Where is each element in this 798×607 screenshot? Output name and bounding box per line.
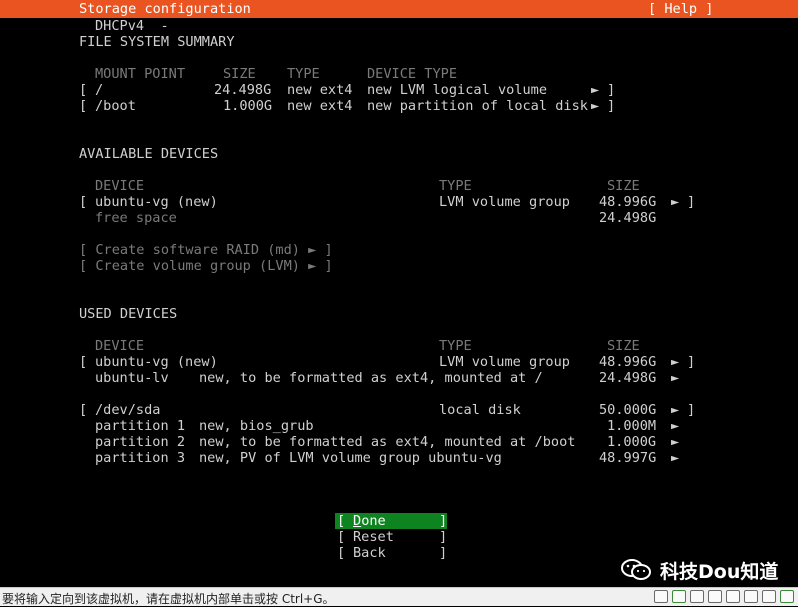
size: 24.498G [599,370,657,386]
device-type: local disk [439,402,521,418]
done-hotkey: D [353,513,362,529]
fs-type: new ext4 [287,98,353,114]
device-tray [654,590,794,603]
printer-icon[interactable] [726,590,740,603]
usb-icon[interactable] [708,590,722,603]
done-label-rest: one [361,513,386,529]
arrow-right-icon: ► [591,82,600,98]
sound-icon[interactable] [744,590,758,603]
size: 1.000M [607,418,657,434]
device-name: free space [95,210,177,226]
col-device-type: DEVICE TYPE [367,66,458,82]
device-name: ubuntu-vg (new) [95,194,218,210]
device-name: partition 2 [95,434,186,450]
back-bracket-close: ] [439,545,448,561]
size: 50.000G [599,402,657,418]
network-status: DHCPv4 - [95,18,169,34]
arrow-right-icon: ► [671,450,680,466]
arrow-right-icon: ► [671,418,680,434]
reset-bracket-open: [ [337,529,354,545]
device-description: new, bios_grub [199,418,314,434]
done-bracket-close: ] [439,513,448,529]
host-status-bar: 要将输入定向到该虚拟机，请在虚拟机内部单击或按 Ctrl+G。 [0,587,798,606]
bracket-close: ] [687,194,696,210]
col-type: TYPE [439,178,472,194]
device-name: ubuntu-lv [95,370,169,386]
bracket-open: [ [79,402,88,418]
fs-summary-heading: FILE SYSTEM SUMMARY [79,34,235,50]
page-title: Storage configuration [79,1,251,17]
device-type: LVM volume group [439,354,570,370]
device-name: ubuntu-vg (new) [95,354,218,370]
size: 48.997G [599,450,657,466]
network-adapter-icon[interactable] [690,590,704,603]
size: 1.000G [223,98,273,114]
size: 48.996G [599,354,657,370]
device-type: new partition of local disk [367,98,588,114]
device-name: partition 3 [95,450,186,466]
bracket-open: [ [79,98,88,114]
size: 24.498G [214,82,272,98]
bracket-open: [ [79,194,88,210]
device-name: partition 1 [95,418,186,434]
status-message: 要将输入定向到该虚拟机，请在虚拟机内部单击或按 Ctrl+G。 [2,592,335,606]
col-size: SIZE [607,178,640,194]
watermark-text: 科技Dou知道 [660,560,779,583]
create-raid-button[interactable]: [ Create software RAID (md) ► ] [79,242,333,258]
arrow-right-icon: ► [671,194,680,210]
arrow-right-icon: ► [671,354,680,370]
col-size: SIZE [607,338,640,354]
size: 48.996G [599,194,657,210]
device-type: new LVM logical volume [367,82,548,98]
col-mount-point: MOUNT POINT [95,66,186,82]
arrow-right-icon: ► [671,434,680,450]
hard-disk-icon[interactable] [654,590,668,603]
fs-type: new ext4 [287,82,353,98]
used-devices-heading: USED DEVICES [79,306,178,322]
create-volume-group-button[interactable]: [ Create volume group (LVM) ► ] [79,258,333,274]
watermark: 科技Dou知道 [620,556,778,584]
message-icon[interactable] [780,590,794,603]
col-size: SIZE [223,66,256,82]
device-description: new, to be formatted as ext4, mounted at… [199,370,543,386]
back-label: Back [353,545,386,561]
help-button[interactable]: [ Help ] [648,1,713,17]
back-bracket-open: [ [337,545,354,561]
arrow-right-icon: ► [671,402,680,418]
col-type: TYPE [439,338,472,354]
bracket-close: ] [607,98,616,114]
bracket-close: ] [607,82,616,98]
device-description: new, PV of LVM volume group ubuntu-vg [199,450,502,466]
col-device: DEVICE [95,178,145,194]
bracket-open: [ [79,82,88,98]
device-name: /dev/sda [95,402,161,418]
col-type: TYPE [287,66,320,82]
reset-bracket-close: ] [439,529,448,545]
arrow-right-icon: ► [591,98,600,114]
size: 1.000G [607,434,657,450]
arrow-right-icon: ► [671,370,680,386]
available-devices-heading: AVAILABLE DEVICES [79,146,219,162]
device-type: LVM volume group [439,194,570,210]
size: 24.498G [599,210,657,226]
cd-drive-icon[interactable] [672,590,686,603]
done-label: Done [353,513,386,529]
done-bracket-open: [ [337,513,354,529]
device-description: new, to be formatted as ext4, mounted at… [199,434,576,450]
bracket-close: ] [687,402,696,418]
wechat-icon [620,558,652,582]
mount-point: / [95,82,104,98]
col-device: DEVICE [95,338,145,354]
display-icon[interactable] [762,590,776,603]
reset-label: Reset [353,529,394,545]
title-bar: Storage configuration [ Help ] [0,0,798,18]
done-button[interactable]: [ Done ] [335,513,447,529]
bracket-open: [ [79,354,88,370]
mount-point: /boot [95,98,136,114]
bracket-close: ] [687,354,696,370]
